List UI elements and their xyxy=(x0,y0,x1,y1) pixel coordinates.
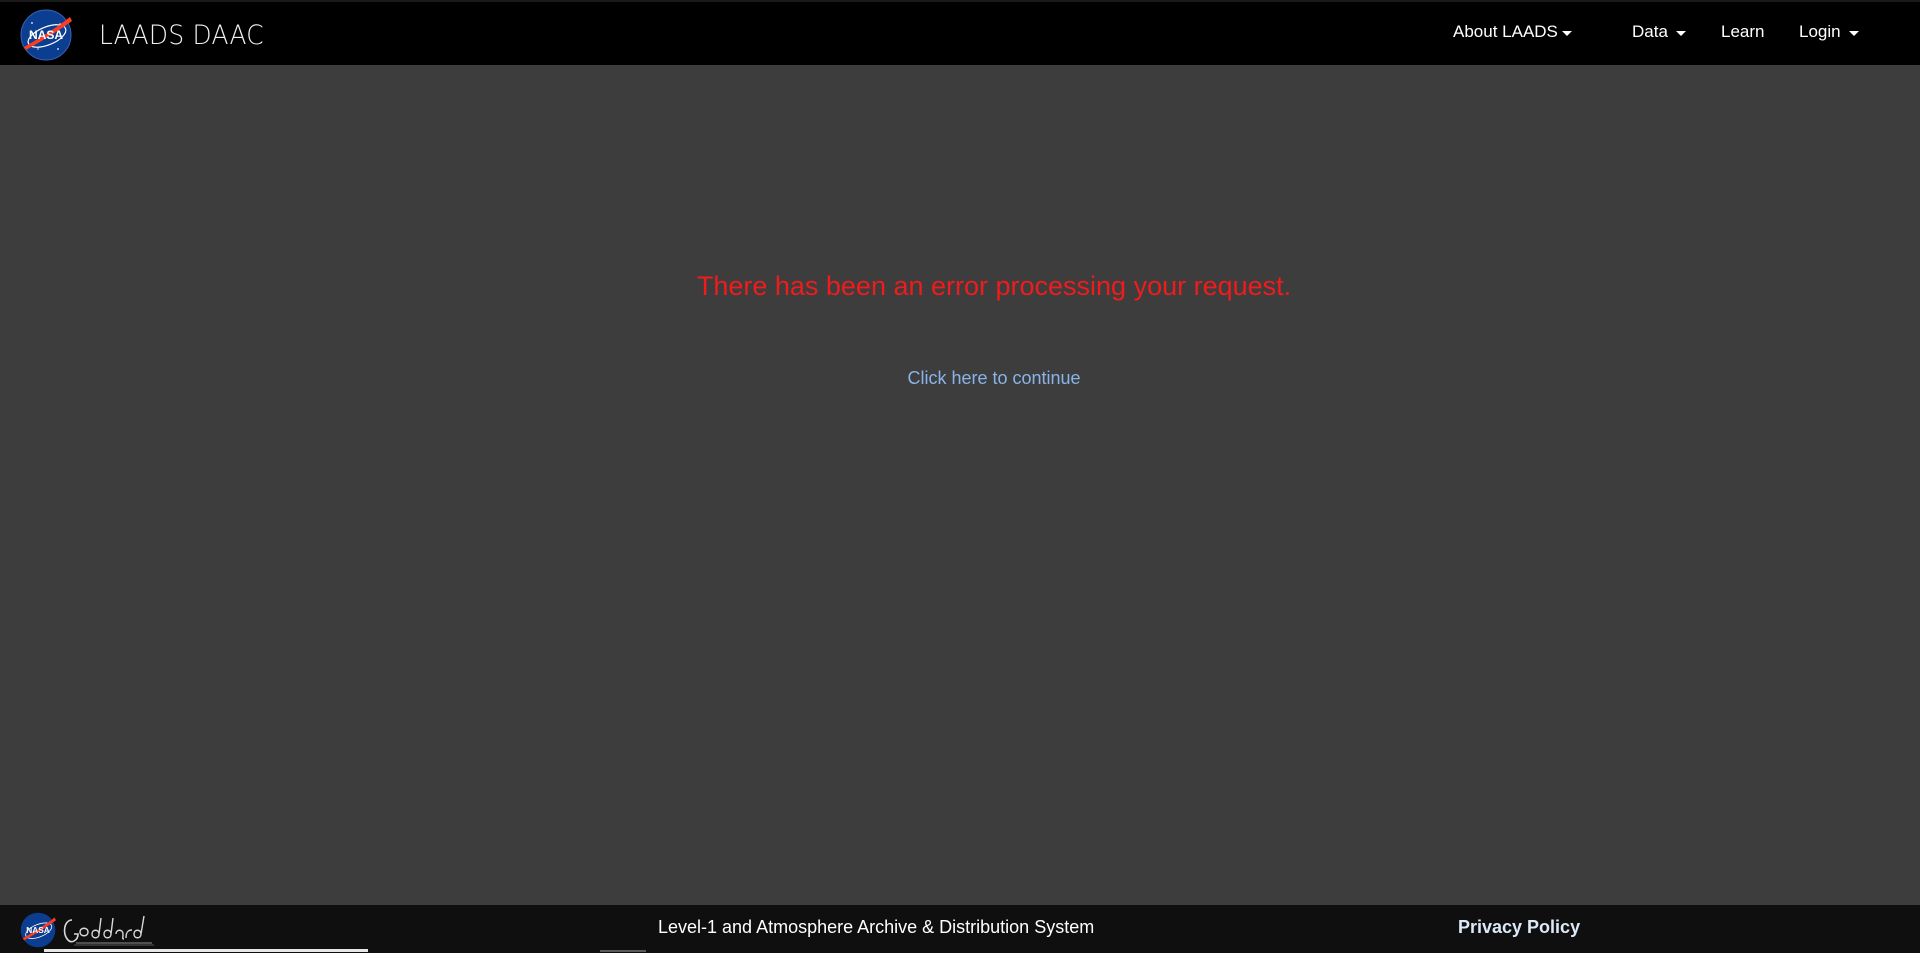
continue-link-text[interactable]: Click here to continue xyxy=(907,368,1080,388)
svg-text:NASA: NASA xyxy=(29,28,63,42)
caret-down-icon xyxy=(1561,31,1572,36)
nav-login-dropdown[interactable]: Login xyxy=(1799,2,1859,65)
nav-learn-label: Learn xyxy=(1721,22,1765,41)
nav-about-dropdown[interactable]: About LAADS xyxy=(1453,2,1572,65)
nasa-meatball-icon[interactable]: NASA xyxy=(20,912,56,948)
error-message: There has been an error processing your … xyxy=(696,271,1292,301)
footer-underline xyxy=(44,949,368,952)
svg-text:NASA: NASA xyxy=(26,925,50,935)
nav-data-label: Data xyxy=(1632,22,1668,41)
nav-data-dropdown[interactable]: Data xyxy=(1632,2,1686,65)
nav-login-label: Login xyxy=(1799,22,1841,41)
footer-system-name: Level-1 and Atmosphere Archive & Distrib… xyxy=(658,917,1095,937)
brand[interactable]: NASA LAADS DAAC xyxy=(20,9,278,61)
nasa-meatball-icon[interactable]: NASA xyxy=(20,9,72,61)
footer-logos: NASA xyxy=(20,911,158,949)
goddard-logo-icon[interactable] xyxy=(58,910,158,950)
footer: NASA Level-1 and Atmosphere Archive & Di… xyxy=(0,905,1920,953)
top-navbar: NASA LAADS DAAC About LAADS Data Learn L… xyxy=(0,0,1920,65)
continue-link: Click here to continue xyxy=(0,368,1920,389)
site-title[interactable]: LAADS DAAC xyxy=(99,20,264,51)
privacy-policy-link[interactable]: Privacy Policy xyxy=(1458,917,1580,938)
footer-scroll-indicator xyxy=(600,950,646,952)
nav-about-label: About LAADS xyxy=(1453,22,1558,41)
nav-learn-link[interactable]: Learn xyxy=(1721,2,1764,65)
caret-down-icon xyxy=(1848,31,1859,36)
caret-down-icon xyxy=(1675,31,1686,36)
